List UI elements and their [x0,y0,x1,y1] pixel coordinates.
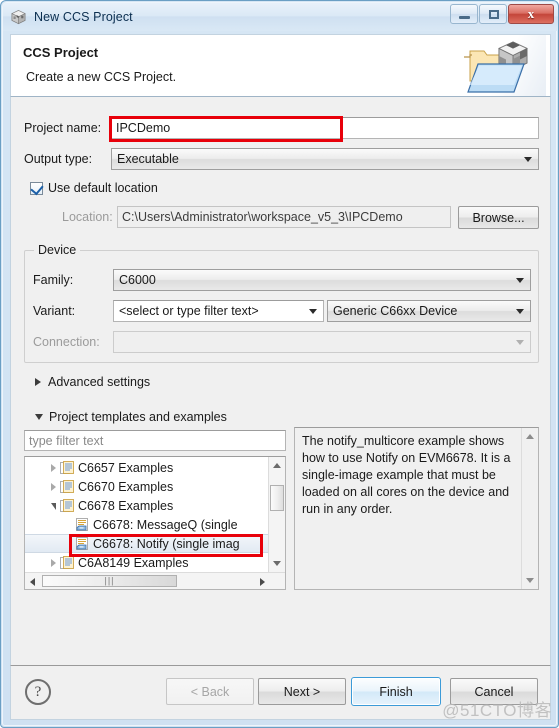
advanced-settings-label: Advanced settings [48,375,151,389]
tree-hscroll-thumb[interactable]: ||| [42,575,177,587]
variant-device-combo[interactable]: Generic C66xx Device [327,300,531,322]
browse-button[interactable]: Browse... [458,206,539,229]
new-ccs-project-dialog: New CCS Project x CCS Project Create a n… [0,0,559,728]
tree-item-messageq[interactable]: C6678: MessageQ (single [25,515,268,534]
scroll-down-icon[interactable] [526,578,534,583]
chevron-down-icon[interactable] [51,503,56,510]
family-combo[interactable]: C6000 [113,269,531,291]
advanced-settings-section[interactable]: Advanced settings [35,375,150,389]
template-description-box: The notify_multicore example shows how t… [294,427,539,590]
scroll-right-icon[interactable] [260,578,265,586]
chevron-right-icon[interactable] [51,463,56,472]
output-type-combo[interactable]: Executable [111,148,539,170]
family-value: C6000 [119,273,156,287]
location-input[interactable]: C:\Users\Administrator\workspace_v5_3\IP… [117,206,451,228]
examples-folder-icon [60,461,74,474]
tree-item-label: C6670 Examples [78,479,174,494]
scroll-up-icon[interactable] [526,434,534,439]
chevron-right-icon[interactable] [51,558,56,567]
tree-item-label: C6678: Notify (single imag [93,536,240,551]
tree-horizontal-scrollbar[interactable]: ||| [25,572,285,589]
back-button: < Back [166,678,254,705]
ccs-project-folder-icon [450,35,546,96]
scroll-up-icon[interactable] [273,463,281,468]
example-item-icon [75,537,89,550]
chevron-down-icon [516,309,524,314]
example-item-icon [75,518,89,531]
chevron-right-icon [35,378,41,386]
project-templates-section[interactable]: Project templates and examples [35,410,227,424]
tree-item-c6657[interactable]: C6657 Examples [25,458,268,477]
scroll-down-icon[interactable] [273,561,281,566]
template-description-text: The notify_multicore example shows how t… [302,434,511,516]
restore-icon [489,10,499,19]
next-button[interactable]: Next > [258,678,346,705]
tree-item-label: C6A8149 Examples [78,555,189,570]
chevron-down-icon [516,278,524,283]
variant-device-value: Generic C66xx Device [333,304,458,318]
examples-folder-icon [60,556,74,569]
tree-item-label: C6678: MessageQ (single [93,517,238,532]
maximize-button[interactable] [479,4,507,24]
variant-filter-combo[interactable]: <select or type filter text> [113,300,324,322]
cube-icon [10,9,27,26]
tree-item-notify[interactable]: C6678: Notify (single imag [25,534,268,553]
device-group-label: Device [34,243,81,257]
window-controls: x [449,4,554,24]
project-templates-label: Project templates and examples [49,410,227,424]
tree-vscroll-thumb[interactable] [270,485,284,511]
minimize-icon [459,16,470,19]
template-tree[interactable]: C6657 Examples C6670 Examples C6678 Exam… [24,456,286,590]
description-vertical-scrollbar[interactable] [521,428,538,589]
tree-item-c6a8149[interactable]: C6A8149 Examples [25,553,268,572]
screenshot-root: New CCS Project x CCS Project Create a n… [0,0,559,728]
page-title: CCS Project [23,45,99,60]
location-label: Location: [62,210,113,224]
project-name-input[interactable]: IPCDemo [111,117,539,139]
dialog-button-bar: ? < Back Next > Finish Cancel [10,665,551,720]
tree-item-label: C6657 Examples [78,460,174,475]
help-button[interactable]: ? [25,679,51,705]
chevron-right-icon[interactable] [51,482,56,491]
examples-folder-icon [60,480,74,493]
examples-folder-icon [60,499,74,512]
variant-label: Variant: [33,304,76,318]
variant-filter-value: <select or type filter text> [119,304,259,318]
output-type-value: Executable [117,152,179,166]
tree-item-c6670[interactable]: C6670 Examples [25,477,268,496]
use-default-location-label: Use default location [48,181,158,195]
use-default-location-checkbox-row[interactable]: Use default location [30,181,158,195]
wizard-content: Project name: IPCDemo Output type: Execu… [10,97,551,665]
connection-combo [113,331,531,353]
close-button[interactable]: x [508,4,554,24]
template-filter-input[interactable]: type filter text [24,430,286,451]
template-tree-rows: C6657 Examples C6670 Examples C6678 Exam… [25,457,268,572]
chevron-down-icon [309,309,317,314]
tree-item-label: C6678 Examples [78,498,174,513]
scroll-left-icon[interactable] [30,578,35,586]
wizard-header: CCS Project Create a new CCS Project. [10,34,551,97]
grip-icon: ||| [104,575,115,586]
close-icon: x [527,6,535,21]
window-title: New CCS Project [34,10,133,24]
tree-vertical-scrollbar[interactable] [268,457,285,572]
output-type-label: Output type: [24,152,93,166]
cancel-button[interactable]: Cancel [450,678,538,705]
connection-label: Connection: [33,335,100,349]
page-subtitle: Create a new CCS Project. [26,70,177,84]
chevron-down-icon [516,340,524,345]
minimize-button[interactable] [450,4,478,24]
check-icon [30,181,44,195]
chevron-down-icon [35,414,43,420]
title-bar[interactable]: New CCS Project x [3,3,558,31]
tree-item-c6678[interactable]: C6678 Examples [25,496,268,515]
finish-button[interactable]: Finish [351,677,441,706]
use-default-location-checkbox[interactable] [30,181,44,195]
chevron-down-icon [524,157,532,162]
project-name-label: Project name: [24,121,102,135]
family-label: Family: [33,273,74,287]
